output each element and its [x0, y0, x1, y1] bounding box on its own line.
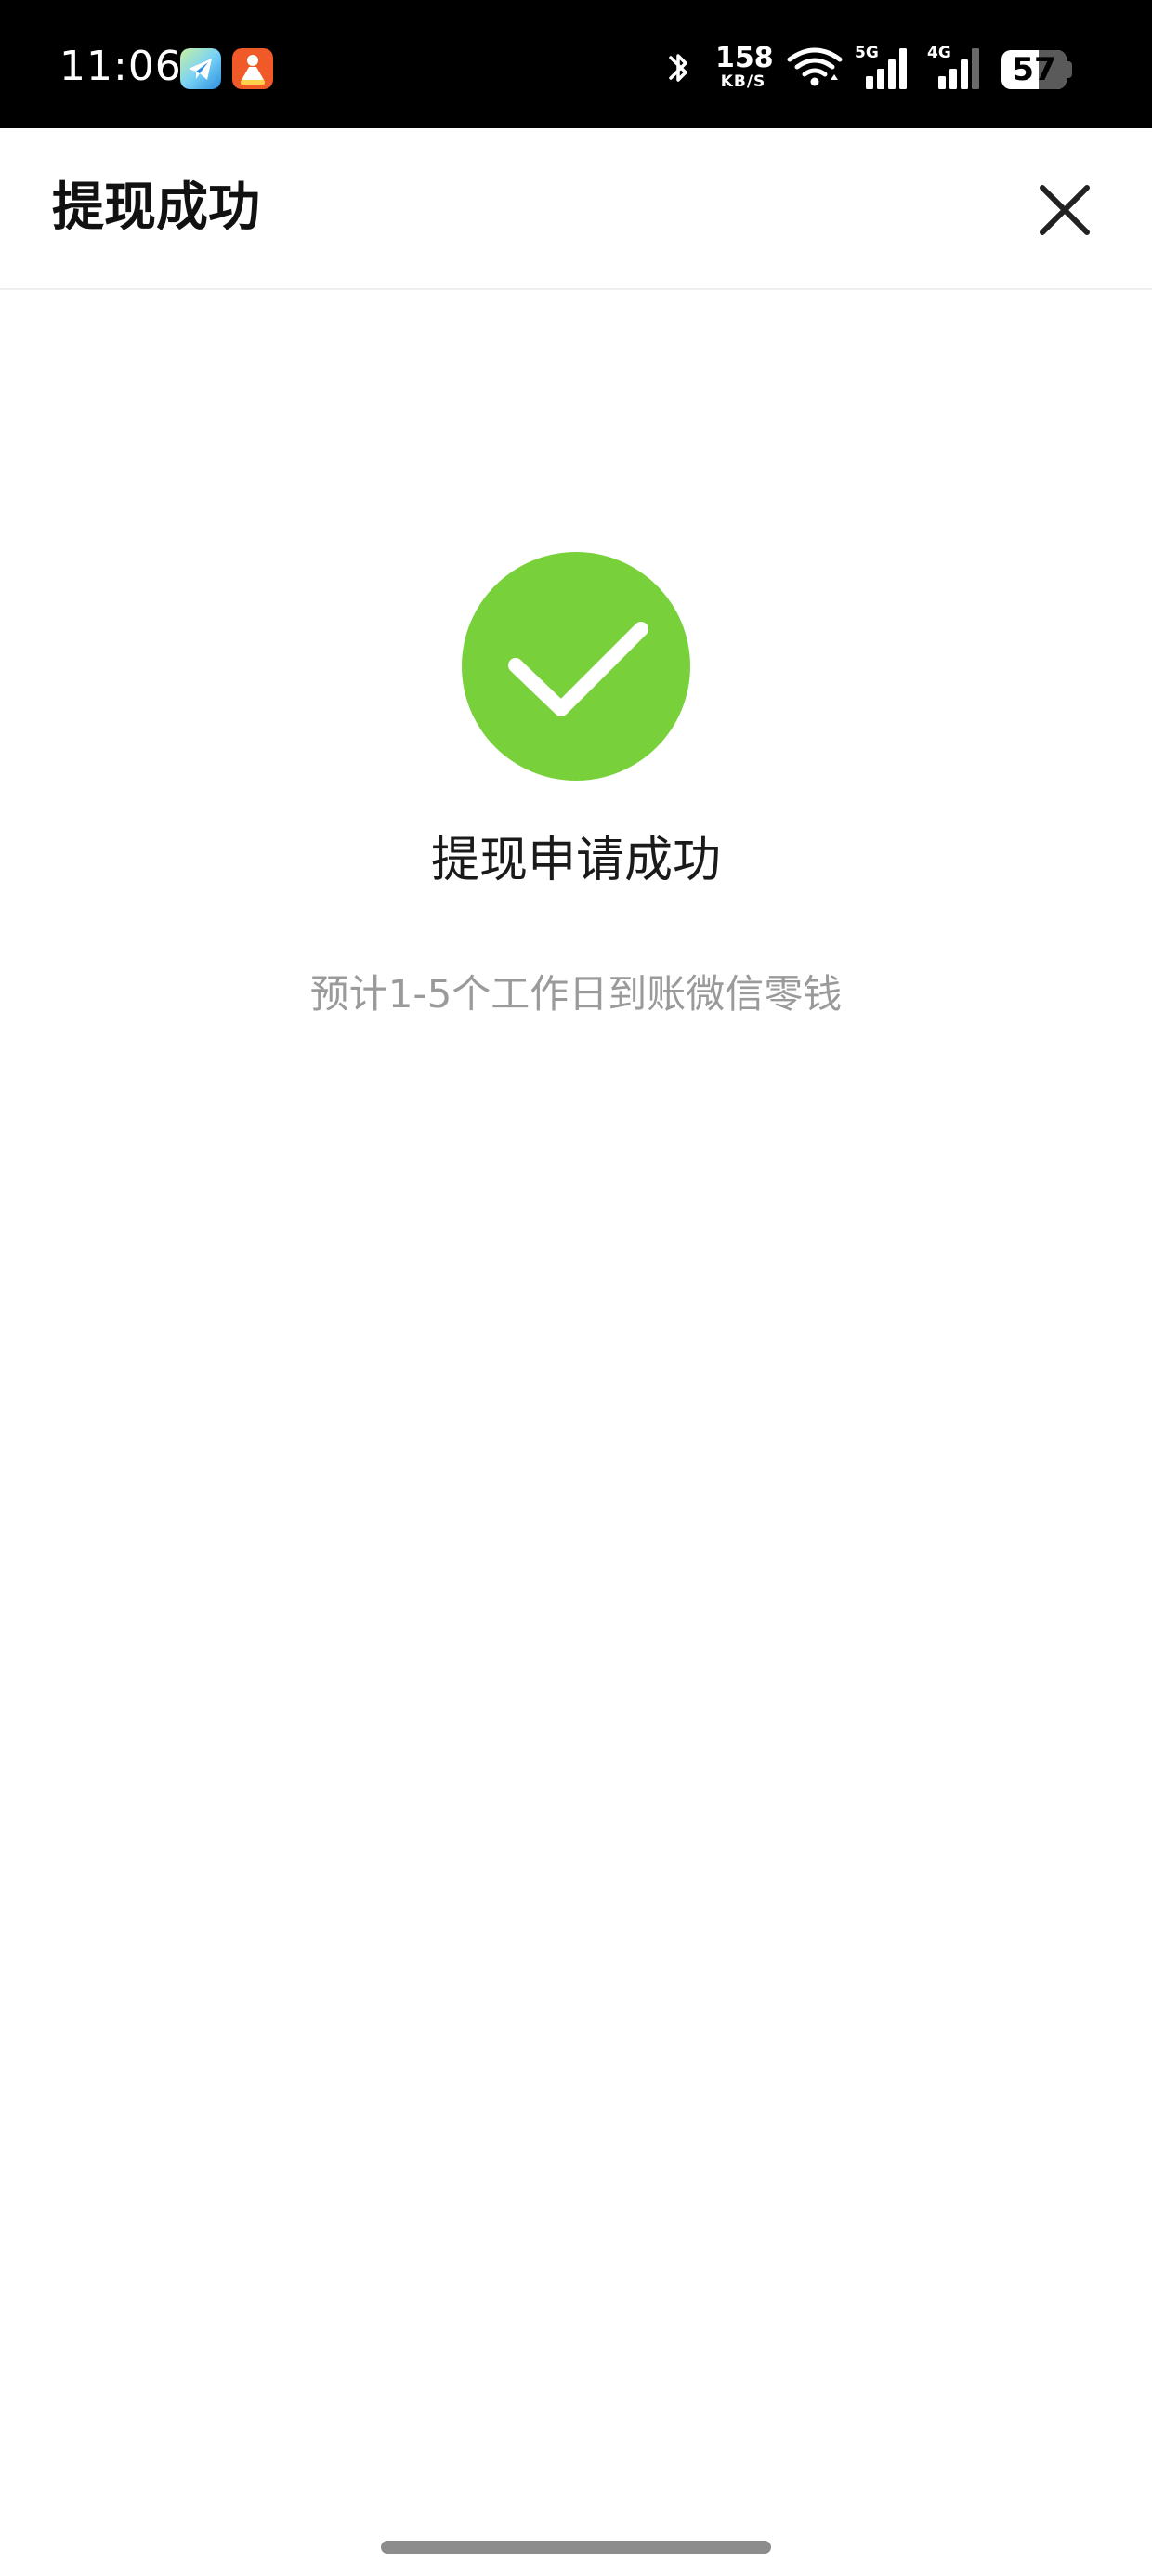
status-bar: 11:06 158 KB/S 5G 4G 57	[0, 0, 1152, 128]
page-title: 提现成功	[52, 177, 260, 238]
telegram-app-icon	[180, 48, 221, 89]
bluetooth-icon	[669, 54, 687, 82]
success-subtitle: 预计1-5个工作日到账微信零钱	[309, 971, 843, 1017]
network-speed: 158 KB/S	[715, 42, 774, 92]
home-indicator[interactable]	[381, 2541, 771, 2554]
signal-5g-icon: 5G	[855, 45, 916, 91]
status-time: 11:06	[59, 43, 182, 90]
check-circle-icon	[462, 552, 690, 781]
network-speed-unit: KB/S	[720, 72, 766, 91]
close-icon	[1040, 185, 1090, 235]
shop-app-icon	[232, 48, 273, 89]
header: 提现成功	[0, 128, 1152, 290]
close-button[interactable]	[1029, 175, 1100, 245]
wifi-icon	[787, 47, 843, 86]
signal-4g-icon: 4G	[927, 45, 988, 91]
network-speed-value: 158	[715, 42, 774, 74]
battery-percent: 57	[1012, 51, 1056, 88]
battery-icon: 57	[1001, 50, 1072, 89]
success-title: 提现申请成功	[430, 833, 721, 888]
